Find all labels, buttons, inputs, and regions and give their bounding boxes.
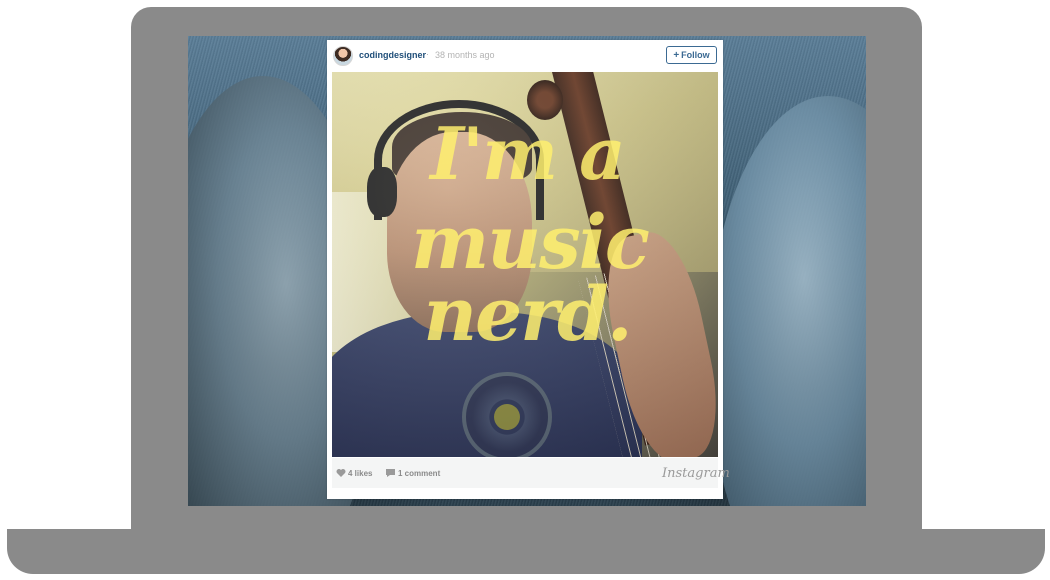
instagram-embed-card: codingdesigner · 38 months ago + Follow … xyxy=(327,40,730,499)
instagram-logo[interactable]: Instagram xyxy=(662,466,730,481)
follow-button[interactable]: + Follow xyxy=(666,46,717,64)
follow-label: Follow xyxy=(681,50,710,60)
post-footer: 4 likes 1 comment Instagram xyxy=(332,458,730,488)
post-timestamp[interactable]: 38 months ago xyxy=(435,50,495,60)
speech-bubble-icon[interactable] xyxy=(385,468,396,478)
laptop-base xyxy=(7,529,1045,574)
separator-dot: · xyxy=(426,49,429,59)
post-header: codingdesigner · 38 months ago + Follow xyxy=(327,40,723,72)
heart-icon[interactable] xyxy=(336,468,346,478)
post-photo[interactable]: I'm a music nerd. xyxy=(332,72,718,457)
likes-count[interactable]: 4 likes xyxy=(348,469,372,478)
overlay-line-2: music xyxy=(411,200,650,286)
comments-count[interactable]: 1 comment xyxy=(398,469,440,478)
overlay-line-3: nerd. xyxy=(423,272,632,358)
avatar[interactable] xyxy=(333,46,353,66)
plus-icon: + xyxy=(673,49,680,61)
username-link[interactable]: codingdesigner xyxy=(359,50,426,60)
photo-text-overlay: I'm a music nerd. xyxy=(332,72,718,457)
overlay-line-1: I'm a xyxy=(430,111,626,196)
